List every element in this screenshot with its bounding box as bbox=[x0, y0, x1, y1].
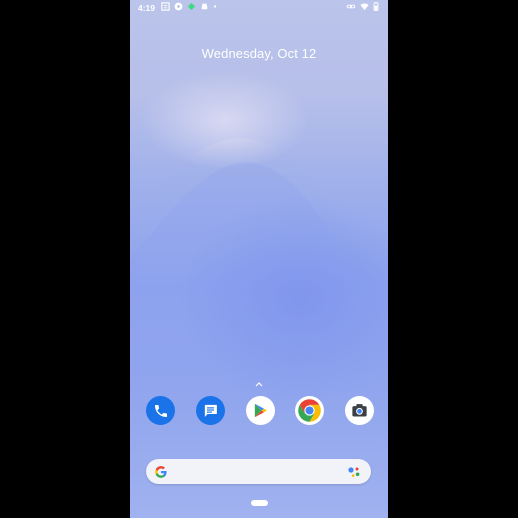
news-icon bbox=[161, 2, 170, 11]
more-dot-icon bbox=[213, 5, 217, 8]
app-dock bbox=[146, 396, 374, 426]
wifi-icon bbox=[360, 3, 369, 11]
google-search-bar[interactable] bbox=[146, 459, 371, 484]
play-store-icon bbox=[254, 403, 267, 418]
camera-icon bbox=[352, 404, 367, 417]
play-store-app[interactable] bbox=[245, 396, 275, 425]
status-bar: 4:19 bbox=[130, 0, 388, 15]
phone-icon bbox=[154, 404, 167, 417]
status-time: 4:19 bbox=[138, 3, 156, 13]
camera-app[interactable] bbox=[345, 396, 374, 425]
android-icon bbox=[201, 3, 208, 10]
media-icon bbox=[174, 2, 183, 11]
battery-icon bbox=[373, 2, 379, 11]
wallpaper bbox=[130, 0, 388, 518]
chrome-icon bbox=[298, 399, 321, 422]
messages-icon bbox=[204, 404, 217, 417]
gesture-nav-handle[interactable] bbox=[251, 500, 268, 506]
home-screen: 4:19 Wednesday, Oct 12 bbox=[130, 0, 388, 518]
assistant-icon[interactable] bbox=[347, 466, 361, 478]
android-dot-icon bbox=[187, 2, 196, 11]
link-icon bbox=[346, 4, 356, 9]
messages-app[interactable] bbox=[195, 396, 225, 425]
phone-app[interactable] bbox=[146, 396, 175, 425]
date-widget[interactable]: Wednesday, Oct 12 bbox=[130, 46, 388, 61]
chevron-up-icon[interactable] bbox=[254, 380, 264, 388]
chrome-app[interactable] bbox=[295, 396, 325, 425]
google-g-icon bbox=[155, 466, 167, 478]
